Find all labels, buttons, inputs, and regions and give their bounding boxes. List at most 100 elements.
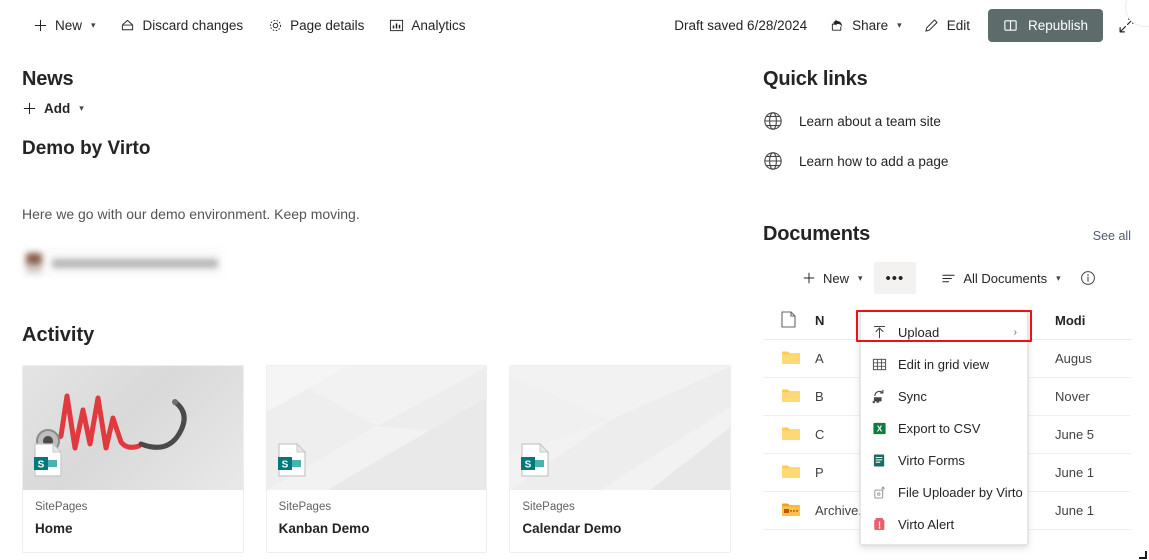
menu-item-upload[interactable]: Upload › <box>861 316 1027 348</box>
plus-icon <box>32 17 48 33</box>
analytics-label: Analytics <box>411 17 466 33</box>
menu-item-file-uploader-by-virto[interactable]: File Uploader by Virto <box>861 476 1027 508</box>
discard-changes-label: Discard changes <box>142 17 244 33</box>
file-uploader-icon <box>871 484 887 500</box>
card-thumbnail: S <box>23 366 243 490</box>
share-button[interactable]: Share ▾ <box>819 8 912 42</box>
quick-link-item[interactable]: Learn about a team site <box>763 111 1131 131</box>
share-button-label: Share <box>852 17 889 33</box>
info-icon <box>1080 271 1095 285</box>
folder-icon <box>781 425 801 444</box>
documents-more-button[interactable]: ••• <box>873 262 917 294</box>
sharepoint-page: New ▾ Discard changes Page details Analy… <box>0 0 1149 560</box>
menu-item-label: File Uploader by Virto <box>898 484 1023 500</box>
pencil-icon <box>924 17 940 33</box>
chevron-right-icon: › <box>1013 326 1017 338</box>
virto-forms-icon <box>871 452 887 468</box>
republish-button[interactable]: Republish <box>987 8 1103 42</box>
sharepoint-page-icon: S <box>520 442 550 482</box>
edit-button[interactable]: Edit <box>914 8 980 42</box>
menu-item-label: Upload <box>898 324 940 340</box>
menu-item-edit-in-grid-view[interactable]: Edit in grid view <box>861 348 1027 380</box>
quick-links-title: Quick links <box>763 68 868 90</box>
discard-changes-button[interactable]: Discard changes <box>110 8 254 42</box>
documents-new-button[interactable]: New ▾ <box>793 262 872 294</box>
sharepoint-page-icon: S <box>33 442 63 482</box>
documents-toolbar: New ▾ ••• All Documents ▾ <box>763 262 1131 294</box>
edit-button-label: Edit <box>946 17 970 33</box>
card-library-label: SitePages <box>35 501 88 513</box>
resize-corner-icon[interactable] <box>1137 549 1147 559</box>
svg-text:S: S <box>281 460 288 471</box>
svg-text:S: S <box>38 460 45 471</box>
menu-item-export-to-csv[interactable]: X Export to CSV <box>861 412 1027 444</box>
file-modified: June 1 <box>1055 465 1095 480</box>
documents-view-switcher[interactable]: All Documents ▾ <box>932 262 1069 294</box>
add-news-label: Add <box>44 101 71 116</box>
menu-item-label: Sync <box>898 388 927 404</box>
card-library-label: SitePages <box>522 501 575 513</box>
byline-text <box>52 258 218 268</box>
page-details-label: Page details <box>290 17 365 33</box>
menu-item-virto-forms[interactable]: Virto Forms <box>861 444 1027 476</box>
file-modified: Nover <box>1055 389 1090 404</box>
chevron-down-icon: ▾ <box>897 19 902 30</box>
virto-alert-icon <box>871 516 887 532</box>
menu-item-virto-alert[interactable]: Virto Alert <box>861 508 1027 540</box>
file-modified: June 5 <box>1055 427 1095 442</box>
sharepoint-page-icon: S <box>277 442 307 482</box>
plus-icon <box>803 272 815 284</box>
activity-card[interactable]: S SitePages Kanban Demo <box>265 365 488 553</box>
folder-icon <box>781 387 801 406</box>
activity-card[interactable]: S SitePages Home <box>22 365 244 553</box>
excel-icon: X <box>871 420 887 436</box>
news-post-description: Here we go with our demo environment. Ke… <box>22 206 360 222</box>
card-title: Calendar Demo <box>522 521 622 536</box>
card-library-label: SitePages <box>278 501 332 513</box>
document-icon <box>781 310 796 331</box>
news-section-title: News <box>22 68 74 90</box>
new-button[interactable]: New ▾ <box>22 8 106 42</box>
menu-item-label: Virto Alert <box>898 516 955 532</box>
svg-text:S: S <box>525 460 532 471</box>
republish-icon <box>1003 17 1019 33</box>
svg-text:X: X <box>876 424 882 433</box>
menu-item-label: Virto Forms <box>898 452 965 468</box>
card-title: Kanban Demo <box>278 521 370 536</box>
activity-card[interactable]: S SitePages Calendar Demo <box>509 365 732 553</box>
card-thumbnail: S <box>266 366 487 490</box>
documents-title: Documents <box>763 223 871 245</box>
card-title: Home <box>35 521 73 536</box>
chevron-down-icon: ▾ <box>79 103 84 113</box>
documents-info-button[interactable] <box>1072 262 1104 294</box>
folder-icon <box>781 349 801 368</box>
discard-icon <box>120 17 136 33</box>
add-news-button[interactable]: Add ▾ <box>22 101 84 116</box>
upload-icon <box>871 324 887 340</box>
card-body: SitePages Calendar Demo <box>510 490 730 552</box>
card-body: SitePages Kanban Demo <box>267 490 487 552</box>
gear-icon <box>267 17 283 33</box>
quick-link-item[interactable]: Learn how to add a page <box>763 151 1131 171</box>
list-view-icon <box>942 274 955 282</box>
menu-item-sync[interactable]: Sync <box>861 380 1027 412</box>
quick-link-label: Learn about a team site <box>799 113 941 129</box>
documents-header: Documents See all <box>763 223 1131 246</box>
documents-new-label: New <box>823 270 850 286</box>
column-header-modified[interactable]: Modi <box>1055 313 1131 328</box>
grid-icon <box>871 356 887 372</box>
activity-card-list: S SitePages Home S SitePages Kanban Demo… <box>22 365 732 553</box>
documents-context-menu: Upload › Edit in grid view Sync X Export… <box>860 311 1028 545</box>
page-details-button[interactable]: Page details <box>257 8 374 42</box>
new-button-label: New <box>55 17 83 33</box>
news-post-title[interactable]: Demo by Virto <box>22 138 731 160</box>
quick-link-label: Learn how to add a page <box>799 153 949 169</box>
card-thumbnail: S <box>510 366 731 490</box>
file-modified: Augus <box>1055 351 1092 366</box>
chevron-down-icon: ▾ <box>91 19 96 30</box>
sync-icon <box>871 388 887 404</box>
documents-view-label: All Documents <box>963 270 1048 286</box>
menu-item-label: Edit in grid view <box>898 356 990 372</box>
see-all-link[interactable]: See all <box>1093 229 1131 246</box>
analytics-button[interactable]: Analytics <box>378 8 475 42</box>
